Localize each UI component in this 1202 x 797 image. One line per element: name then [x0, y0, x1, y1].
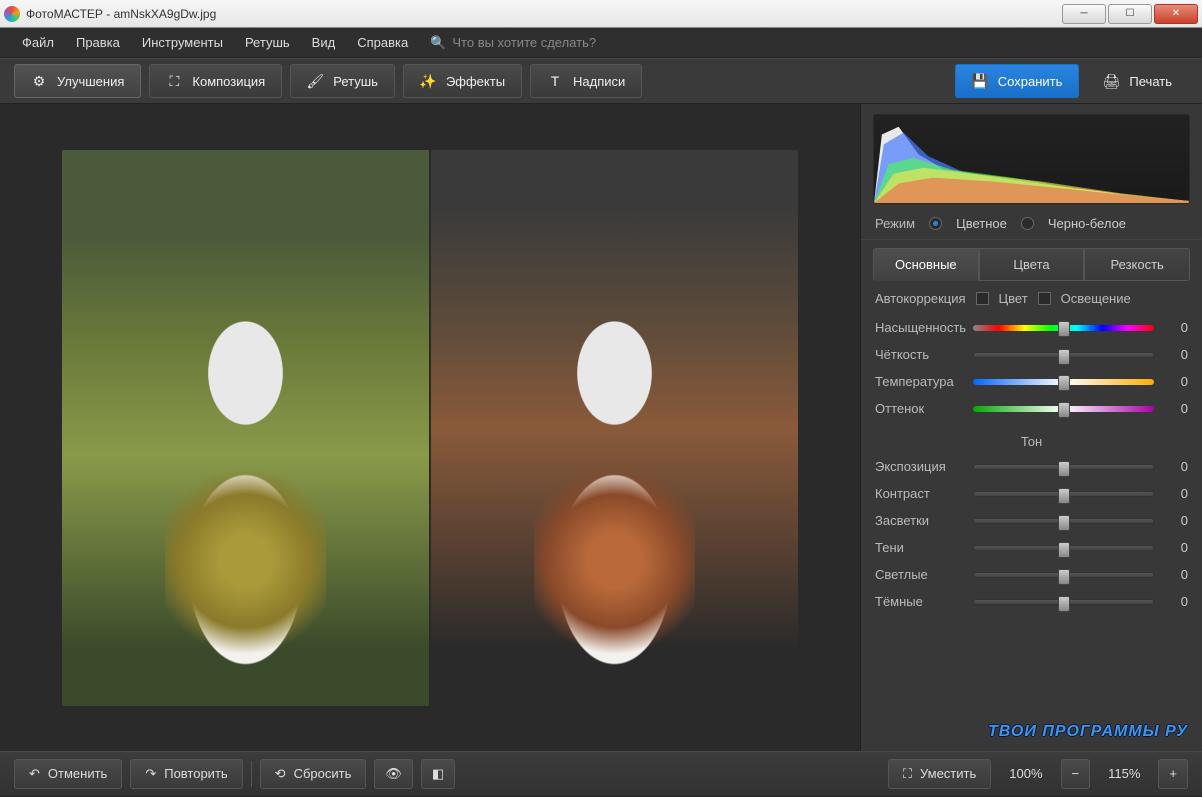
redo-button[interactable]: ↷ Повторить — [130, 759, 242, 789]
compare-icon: ◧ — [432, 766, 444, 782]
panel-body: Автокоррекция Цвет Освещение Насыщенност… — [861, 281, 1202, 713]
slider-highlights: Засветки 0 — [875, 513, 1188, 528]
tab-enhance[interactable]: ⚙ Улучшения — [14, 64, 141, 98]
radio-bw[interactable] — [1021, 217, 1034, 230]
checkbox-color[interactable] — [976, 292, 989, 305]
print-button[interactable]: 🖨 Печать — [1087, 64, 1188, 98]
minus-icon: − — [1072, 766, 1080, 781]
slider-temperature: Температура 0 — [875, 374, 1188, 389]
menu-edit[interactable]: Правка — [66, 31, 130, 54]
zoom-base[interactable]: 100% — [999, 766, 1052, 781]
undo-button[interactable]: ↶ Отменить — [14, 759, 122, 789]
reset-button[interactable]: ⟲ Сбросить — [260, 759, 367, 789]
tab-basic[interactable]: Основные — [873, 248, 979, 281]
app-icon — [4, 6, 20, 22]
reset-icon: ⟲ — [275, 766, 286, 782]
close-button[interactable]: ✕ — [1154, 4, 1198, 24]
redo-icon: ↷ — [145, 766, 156, 782]
tab-colors[interactable]: Цвета — [979, 248, 1085, 281]
checkbox-light-label: Освещение — [1061, 291, 1131, 306]
toolbar: ⚙ Улучшения ⛶ Композиция 🖌 Ретушь ✨ Эффе… — [0, 58, 1202, 104]
canvas-before — [62, 150, 429, 706]
save-icon: 💾 — [972, 73, 988, 89]
window-controls: ─ ☐ ✕ — [1062, 4, 1198, 24]
checkbox-light[interactable] — [1038, 292, 1051, 305]
menu-retouch[interactable]: Ретушь — [235, 31, 300, 54]
main-area: Режим Цветное Черно-белое Основные Цвета… — [0, 104, 1202, 751]
tab-effects[interactable]: ✨ Эффекты — [403, 64, 522, 98]
fit-icon: ⛶ — [903, 766, 912, 782]
save-button[interactable]: 💾 Сохранить — [955, 64, 1080, 98]
crop-icon: ⛶ — [166, 73, 182, 89]
slider-highlights-track[interactable] — [973, 518, 1154, 524]
sliders-icon: ⚙ — [31, 73, 47, 89]
eye-icon: 👁 — [385, 766, 402, 782]
slider-clarity-track[interactable] — [973, 352, 1154, 358]
search-placeholder: Что вы хотите сделать? — [452, 35, 596, 50]
checkbox-color-label: Цвет — [999, 291, 1028, 306]
slider-shadows-track[interactable] — [973, 545, 1154, 551]
search-icon: 🔍 — [430, 35, 446, 51]
statusbar: ↶ Отменить ↷ Повторить ⟲ Сбросить 👁 ◧ ⛶ … — [0, 751, 1202, 795]
mode-label: Режим — [875, 216, 915, 231]
menu-tools[interactable]: Инструменты — [132, 31, 233, 54]
fit-button[interactable]: ⛶ Уместить — [888, 759, 991, 789]
menu-help[interactable]: Справка — [347, 31, 418, 54]
minimize-button[interactable]: ─ — [1062, 4, 1106, 24]
window-title: ФотоМАСТЕР - amNskXA9gDw.jpg — [26, 7, 1062, 21]
titlebar: ФотоМАСТЕР - amNskXA9gDw.jpg ─ ☐ ✕ — [0, 0, 1202, 28]
zoom-out-button[interactable]: − — [1061, 759, 1091, 789]
undo-icon: ↶ — [29, 766, 40, 782]
slider-temperature-track[interactable] — [973, 379, 1154, 385]
right-panel: Режим Цветное Черно-белое Основные Цвета… — [860, 104, 1202, 751]
slider-saturation-track[interactable] — [973, 325, 1154, 331]
histogram — [873, 114, 1190, 204]
preview-toggle-button[interactable]: 👁 — [374, 759, 413, 789]
menu-view[interactable]: Вид — [302, 31, 346, 54]
text-icon: T — [547, 73, 563, 89]
radio-color-label: Цветное — [956, 216, 1007, 231]
zoom-in-button[interactable]: + — [1158, 759, 1188, 789]
radio-color[interactable] — [929, 217, 942, 230]
slider-exposure-track[interactable] — [973, 464, 1154, 470]
maximize-button[interactable]: ☐ — [1108, 4, 1152, 24]
tab-composition[interactable]: ⛶ Композиция — [149, 64, 282, 98]
slider-blacks: Тёмные 0 — [875, 594, 1188, 609]
tone-heading: Тон — [875, 428, 1188, 459]
radio-bw-label: Черно-белое — [1048, 216, 1126, 231]
panel-tabs: Основные Цвета Резкость — [873, 248, 1190, 281]
slider-blacks-track[interactable] — [973, 599, 1154, 605]
brush-icon: 🖌 — [307, 73, 323, 89]
print-icon: 🖨 — [1103, 73, 1119, 89]
divider — [251, 761, 252, 787]
slider-exposure: Экспозиция 0 — [875, 459, 1188, 474]
tab-retouch[interactable]: 🖌 Ретушь — [290, 64, 395, 98]
compare-button[interactable]: ◧ — [421, 759, 455, 789]
slider-tint-track[interactable] — [973, 406, 1154, 412]
slider-contrast-track[interactable] — [973, 491, 1154, 497]
before-after-view — [62, 150, 798, 706]
mode-row: Режим Цветное Черно-белое — [861, 208, 1202, 240]
slider-whites: Светлые 0 — [875, 567, 1188, 582]
tab-sharpness[interactable]: Резкость — [1084, 248, 1190, 281]
slider-saturation: Насыщенность 0 — [875, 320, 1188, 335]
wand-icon: ✨ — [420, 73, 436, 89]
autocorrection-row: Автокоррекция Цвет Освещение — [875, 291, 1188, 306]
slider-shadows: Тени 0 — [875, 540, 1188, 555]
canvas-after — [431, 150, 798, 706]
slider-contrast: Контраст 0 — [875, 486, 1188, 501]
menubar: Файл Правка Инструменты Ретушь Вид Справ… — [0, 28, 1202, 58]
slider-whites-track[interactable] — [973, 572, 1154, 578]
tab-captions[interactable]: T Надписи — [530, 64, 642, 98]
menu-file[interactable]: Файл — [12, 31, 64, 54]
plus-icon: + — [1169, 766, 1177, 781]
slider-clarity: Чёткость 0 — [875, 347, 1188, 362]
zoom-current: 115% — [1098, 766, 1150, 781]
watermark: ТВОИ ПРОГРАММЫ РУ — [861, 713, 1202, 751]
canvas-area[interactable] — [0, 104, 860, 751]
search-box[interactable]: 🔍 Что вы хотите сделать? — [430, 35, 596, 51]
slider-tint: Оттенок 0 — [875, 401, 1188, 416]
autocorrection-label: Автокоррекция — [875, 291, 966, 306]
